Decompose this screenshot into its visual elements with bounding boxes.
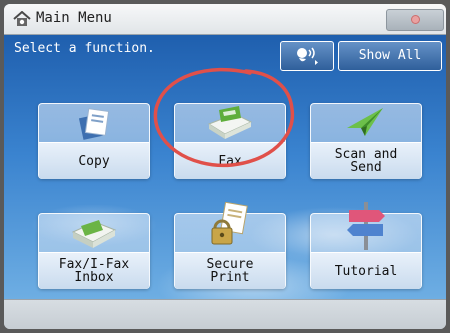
status-indicator-icon bbox=[411, 15, 420, 24]
copy-button[interactable]: Copy bbox=[38, 103, 150, 179]
title-bar: Main Menu bbox=[4, 4, 446, 35]
voice-guidance-button[interactable] bbox=[280, 41, 334, 71]
secure-print-button[interactable]: Secure Print bbox=[174, 202, 286, 289]
home-icon bbox=[13, 11, 31, 26]
tile-label: Secure Print bbox=[175, 252, 285, 289]
device-screen: Main Menu Select a function. Show All Co… bbox=[4, 4, 446, 329]
tutorial-icon bbox=[347, 202, 385, 250]
tutorial-button[interactable]: Tutorial bbox=[310, 202, 422, 289]
secure-print-icon bbox=[211, 202, 248, 245]
page-title: Main Menu bbox=[36, 10, 112, 26]
tile-label: Tutorial bbox=[311, 252, 421, 289]
tile-label: Copy bbox=[39, 142, 149, 179]
scan-and-send-icon bbox=[347, 108, 383, 136]
voice-guidance-icon bbox=[297, 47, 318, 65]
show-all-button[interactable]: Show All bbox=[338, 41, 442, 71]
tile-label: Scan and Send bbox=[311, 142, 421, 179]
tile-label: Fax bbox=[175, 142, 285, 179]
tile-label: Fax/I-Fax Inbox bbox=[39, 252, 149, 289]
fax-icon bbox=[207, 106, 253, 139]
instruction-text: Select a function. bbox=[14, 41, 155, 56]
main-menu-area: Select a function. Show All Copy Fax Sca… bbox=[4, 35, 446, 299]
copy-icon bbox=[78, 108, 110, 140]
scan-and-send-button[interactable]: Scan and Send bbox=[310, 103, 422, 179]
fax-inbox-icon bbox=[71, 220, 117, 248]
fax-button[interactable]: Fax bbox=[174, 103, 286, 179]
status-monitor-button[interactable] bbox=[386, 9, 444, 31]
fax-inbox-button[interactable]: Fax/I-Fax Inbox bbox=[38, 213, 150, 289]
footer-bar bbox=[4, 299, 446, 329]
